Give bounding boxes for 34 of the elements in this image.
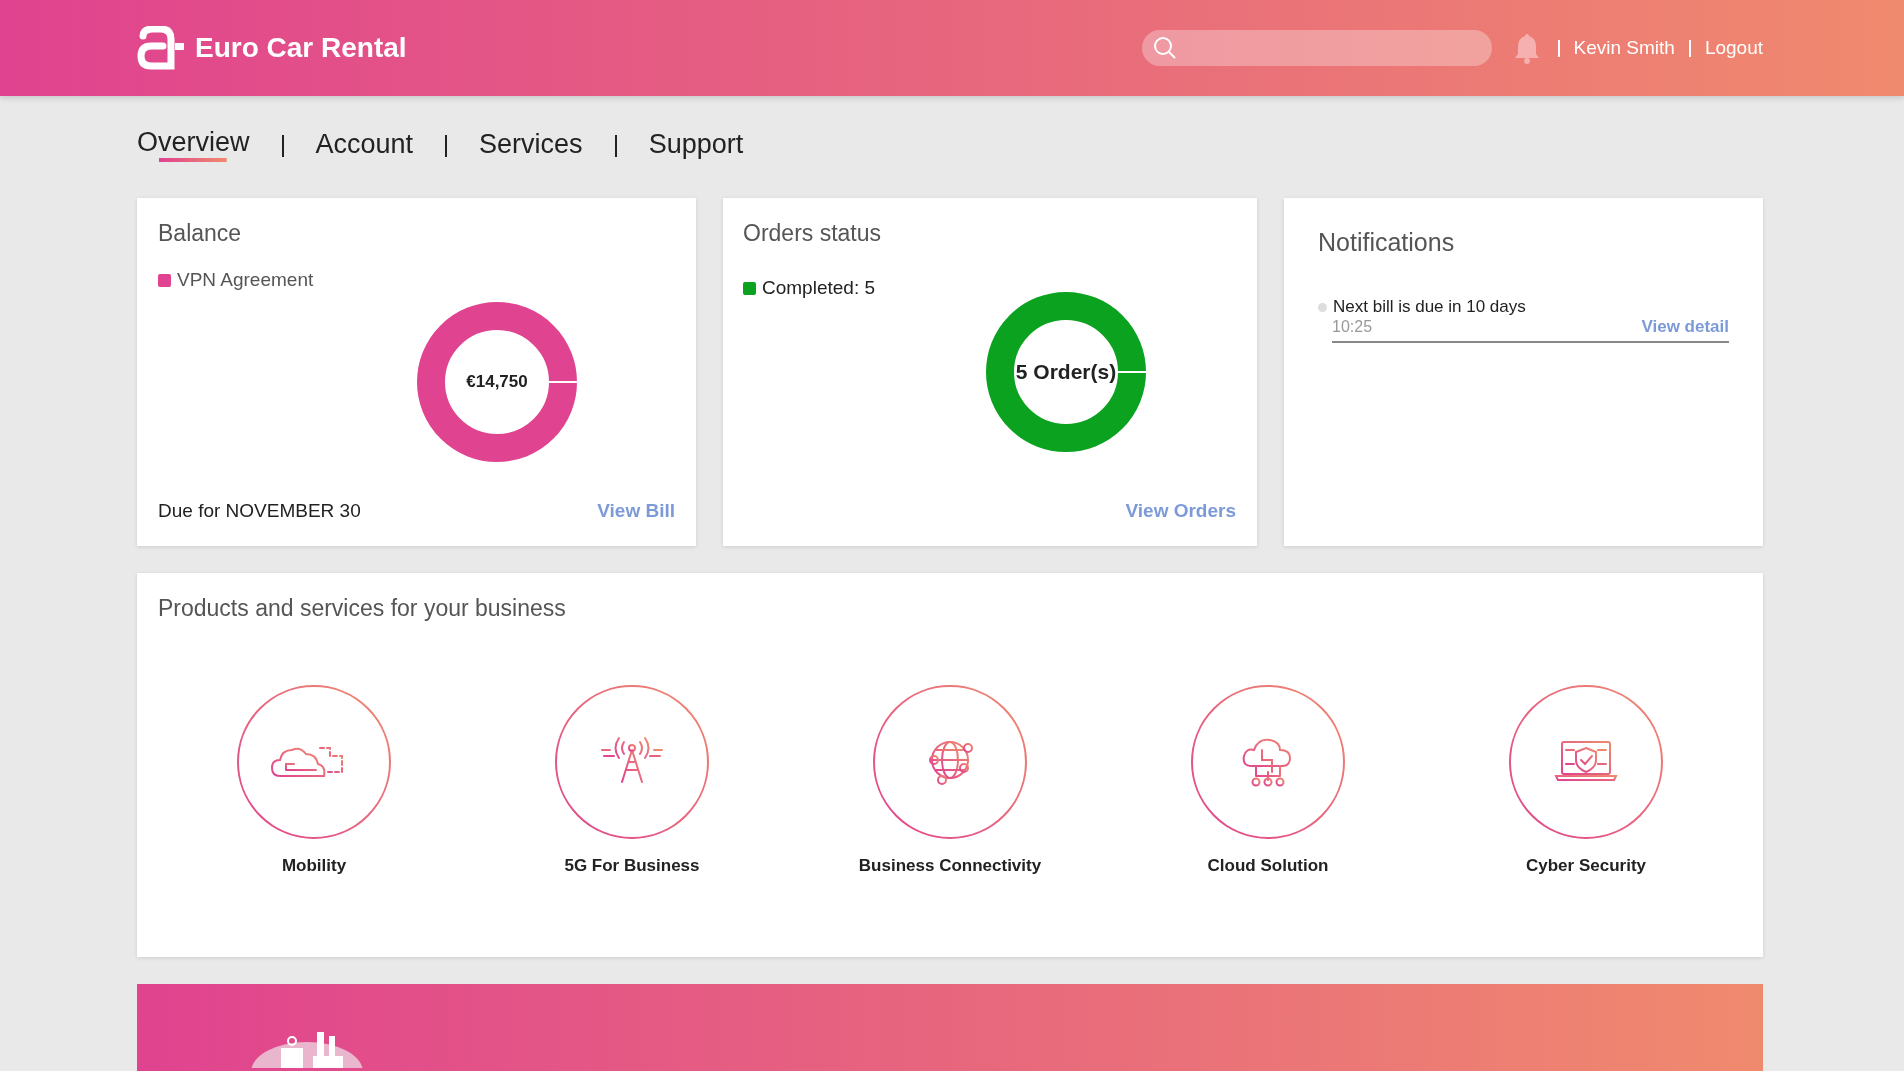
legend-label: Completed: 5 bbox=[762, 277, 875, 299]
card-title: Notifications bbox=[1318, 228, 1456, 257]
cloud-truck-icon[interactable] bbox=[236, 684, 392, 840]
search-field[interactable] bbox=[1141, 30, 1492, 66]
service-label: Business Connectivity bbox=[858, 856, 1042, 876]
view-bill-link[interactable]: View Bill bbox=[597, 500, 675, 522]
service-label: Mobility bbox=[281, 856, 347, 876]
logout-link[interactable]: Logout bbox=[1704, 37, 1763, 59]
notification-time: 10:25 bbox=[1332, 318, 1373, 336]
logo-icon bbox=[137, 26, 185, 70]
card-title: Balance bbox=[158, 220, 243, 247]
view-orders-link[interactable]: View Orders bbox=[1125, 500, 1236, 522]
bullet-icon bbox=[1318, 302, 1327, 312]
cloud-network-icon[interactable] bbox=[1190, 684, 1346, 840]
service-label: 5G For Business bbox=[564, 856, 700, 876]
nav-tab[interactable]: Account bbox=[315, 128, 414, 164]
globe-network-icon[interactable] bbox=[872, 684, 1028, 840]
card-title: Orders status bbox=[743, 220, 883, 247]
donut-value: €14,750 bbox=[466, 372, 528, 392]
antenna-tower-icon[interactable] bbox=[554, 684, 710, 840]
service-label: Cyber Security bbox=[1526, 856, 1646, 876]
legend-label: VPN Agreement bbox=[177, 269, 314, 291]
service-label: Cloud Solution bbox=[1207, 856, 1329, 876]
view-detail-link[interactable]: View detail bbox=[1641, 317, 1729, 337]
laptop-shield-icon[interactable] bbox=[1508, 684, 1664, 840]
nav-tab[interactable]: Services bbox=[479, 128, 583, 164]
user-name-link[interactable]: Kevin Smith bbox=[1573, 37, 1675, 59]
due-date: Due for NOVEMBER 30 bbox=[158, 500, 361, 522]
search-icon bbox=[1151, 35, 1178, 61]
card-title: Products and services for your business bbox=[158, 595, 567, 622]
notification-text: Next bill is due in 10 days bbox=[1333, 297, 1526, 317]
brand-name: Euro Car Rental bbox=[195, 32, 407, 64]
donut-value: 5 Order(s) bbox=[1015, 360, 1117, 384]
nav-tab[interactable]: Support bbox=[648, 128, 744, 164]
